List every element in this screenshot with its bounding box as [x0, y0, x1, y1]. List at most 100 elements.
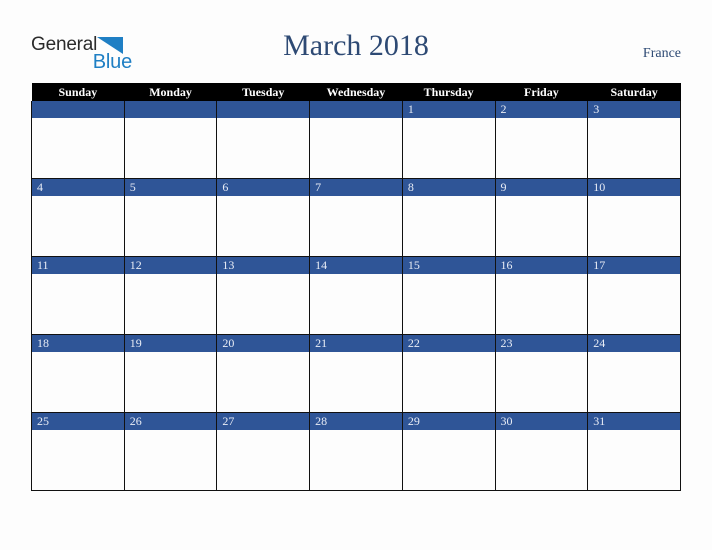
day-cell[interactable]: 21 — [309, 334, 403, 413]
day-cell[interactable] — [216, 101, 311, 179]
day-number: 3 — [588, 101, 680, 118]
day-notes-area[interactable] — [495, 430, 588, 490]
day-notes-area[interactable] — [495, 196, 588, 256]
day-number: 15 — [402, 257, 495, 274]
day-notes-area[interactable] — [217, 430, 310, 490]
day-notes-area[interactable] — [402, 430, 495, 490]
day-notes-area[interactable] — [124, 118, 217, 178]
day-cell[interactable]: 25 — [31, 412, 125, 491]
day-cell[interactable]: 20 — [216, 334, 311, 413]
day-notes-area[interactable] — [495, 118, 588, 178]
weekday-header-sunday: Sunday — [31, 83, 125, 101]
day-cell[interactable]: 24 — [587, 334, 681, 413]
day-cell[interactable]: 8 — [401, 178, 496, 257]
day-cell[interactable]: 17 — [587, 256, 681, 335]
day-cell[interactable]: 5 — [123, 178, 218, 257]
day-number: 1 — [402, 101, 495, 118]
day-notes-area[interactable] — [495, 352, 588, 412]
day-notes-area[interactable] — [32, 118, 124, 178]
day-cell[interactable]: 2 — [494, 101, 589, 179]
page-title: March 2018 — [283, 29, 429, 62]
day-cell[interactable]: 26 — [123, 412, 218, 491]
day-cell[interactable] — [31, 101, 125, 179]
day-notes-area[interactable] — [588, 274, 680, 334]
day-number: 4 — [32, 179, 124, 196]
day-cell[interactable]: 11 — [31, 256, 125, 335]
day-notes-area[interactable] — [402, 196, 495, 256]
day-cell[interactable]: 4 — [31, 178, 125, 257]
day-notes-area[interactable] — [32, 352, 124, 412]
day-notes-area[interactable] — [588, 430, 680, 490]
day-cell[interactable]: 1 — [401, 101, 496, 179]
day-notes-area[interactable] — [310, 352, 402, 412]
day-cell[interactable]: 29 — [401, 412, 496, 491]
day-cell[interactable] — [309, 101, 403, 179]
day-notes-area[interactable] — [402, 118, 495, 178]
country-label: France — [642, 46, 681, 61]
day-notes-area[interactable] — [588, 196, 680, 256]
day-notes-area[interactable] — [588, 118, 680, 178]
weekday-header-monday: Monday — [124, 83, 217, 101]
day-notes-area[interactable] — [495, 274, 588, 334]
day-notes-area[interactable] — [402, 352, 495, 412]
day-number: 2 — [495, 101, 588, 118]
day-number: 30 — [495, 413, 588, 430]
day-notes-area[interactable] — [124, 352, 217, 412]
day-number — [217, 101, 310, 118]
day-cell[interactable]: 19 — [123, 334, 218, 413]
week-row: 25 26 27 28 29 30 31 — [31, 412, 681, 491]
day-number: 31 — [588, 413, 680, 430]
day-notes-area[interactable] — [310, 274, 402, 334]
day-notes-area[interactable] — [402, 274, 495, 334]
day-cell[interactable]: 23 — [494, 334, 589, 413]
day-notes-area[interactable] — [217, 352, 310, 412]
day-number — [310, 101, 402, 118]
day-notes-area[interactable] — [32, 196, 124, 256]
day-cell[interactable]: 31 — [587, 412, 681, 491]
day-notes-area[interactable] — [124, 196, 217, 256]
day-cell[interactable]: 7 — [309, 178, 403, 257]
weekday-header-row: Sunday Monday Tuesday Wednesday Thursday… — [31, 83, 681, 101]
day-notes-area[interactable] — [217, 274, 310, 334]
weekday-header-saturday: Saturday — [587, 83, 681, 101]
day-cell[interactable]: 14 — [309, 256, 403, 335]
day-cell[interactable]: 13 — [216, 256, 311, 335]
day-notes-area[interactable] — [310, 118, 402, 178]
day-cell[interactable]: 16 — [494, 256, 589, 335]
day-cell[interactable]: 10 — [587, 178, 681, 257]
week-row: 1 2 3 — [31, 101, 681, 179]
day-cell[interactable]: 15 — [401, 256, 496, 335]
day-number: 11 — [32, 257, 124, 274]
day-number: 27 — [217, 413, 310, 430]
day-number: 24 — [588, 335, 680, 352]
day-notes-area[interactable] — [588, 352, 680, 412]
day-cell[interactable]: 6 — [216, 178, 311, 257]
day-cell[interactable]: 28 — [309, 412, 403, 491]
day-notes-area[interactable] — [217, 196, 310, 256]
day-notes-area[interactable] — [217, 118, 310, 178]
weekday-header-wednesday: Wednesday — [309, 83, 403, 101]
day-number: 14 — [310, 257, 402, 274]
day-notes-area[interactable] — [310, 430, 402, 490]
day-number: 7 — [310, 179, 402, 196]
day-cell[interactable]: 12 — [123, 256, 218, 335]
weekday-header-friday: Friday — [495, 83, 588, 101]
day-cell[interactable]: 27 — [216, 412, 311, 491]
weekday-header-thursday: Thursday — [402, 83, 496, 101]
day-notes-area[interactable] — [32, 430, 124, 490]
week-row: 11 12 13 14 15 16 17 — [31, 256, 681, 335]
day-number: 18 — [32, 335, 124, 352]
day-notes-area[interactable] — [124, 430, 217, 490]
day-cell[interactable] — [123, 101, 218, 179]
day-cell[interactable]: 22 — [401, 334, 496, 413]
day-cell[interactable]: 30 — [494, 412, 589, 491]
day-notes-area[interactable] — [310, 196, 402, 256]
day-cell[interactable]: 9 — [494, 178, 589, 257]
day-number: 28 — [310, 413, 402, 430]
day-number: 10 — [588, 179, 680, 196]
day-notes-area[interactable] — [124, 274, 217, 334]
day-notes-area[interactable] — [32, 274, 124, 334]
day-cell[interactable]: 18 — [31, 334, 125, 413]
day-number: 21 — [310, 335, 402, 352]
day-cell[interactable]: 3 — [587, 101, 681, 179]
